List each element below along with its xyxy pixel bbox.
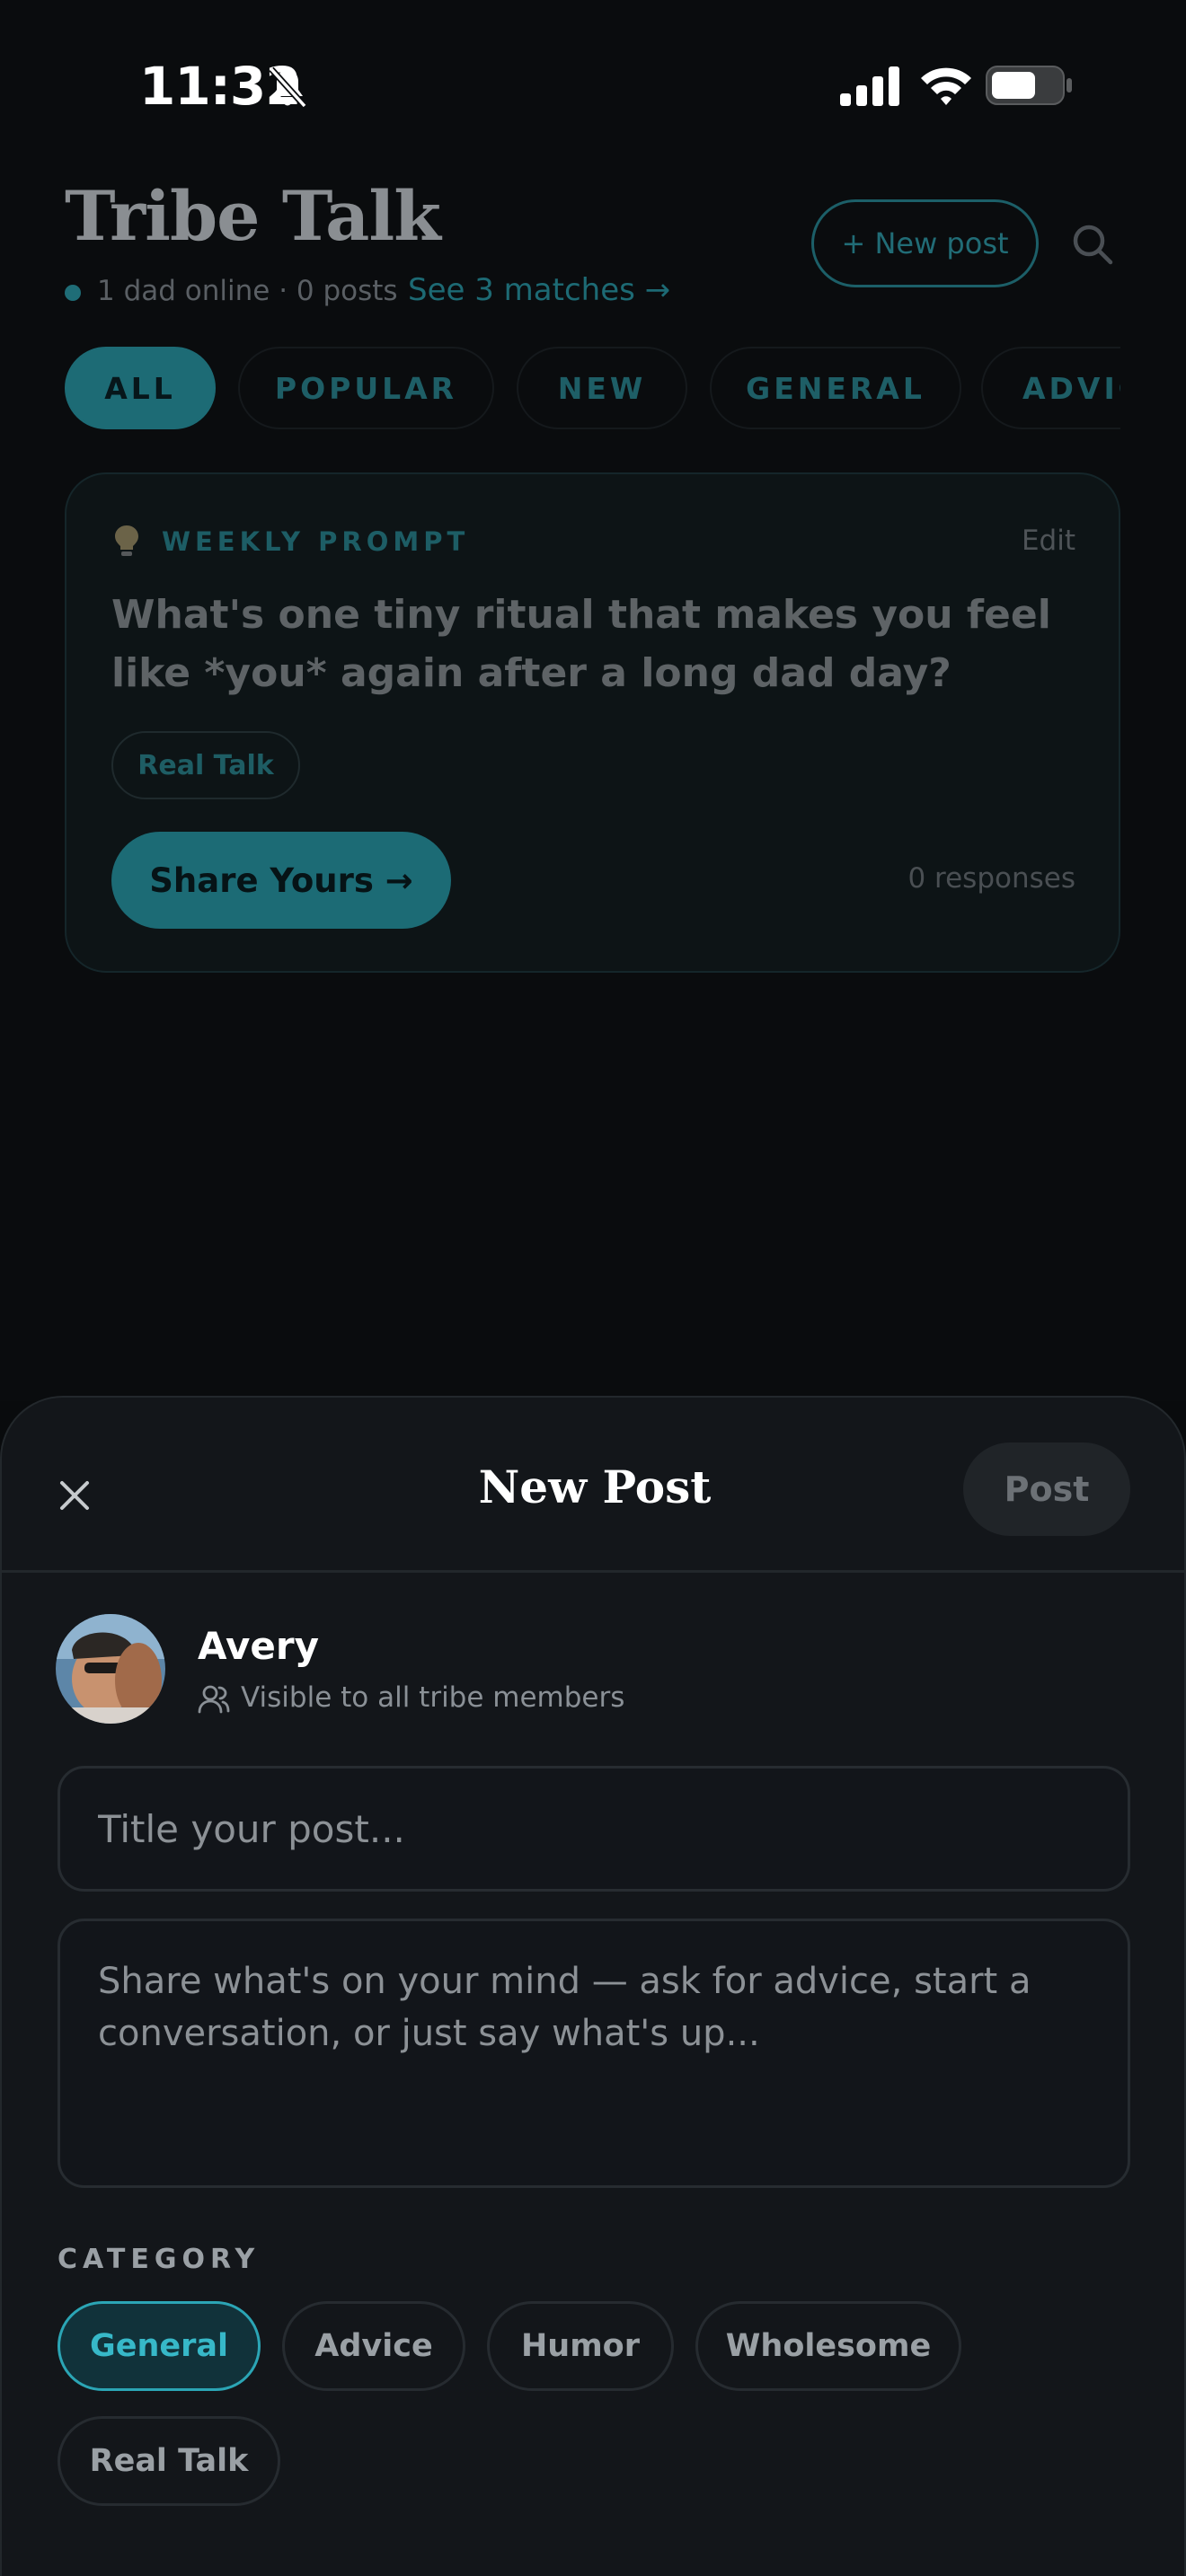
battery-icon — [986, 66, 1072, 105]
prompt-category-tag: Real Talk — [111, 731, 300, 799]
filter-tab-new[interactable]: NEW — [517, 347, 687, 429]
tribe-talk-feed: 11:32 Tribe Talk 1 dad online · 0 posts … — [0, 0, 1186, 1401]
category-chip-advice[interactable]: Advice — [282, 2301, 465, 2391]
see-matches-link[interactable]: See 3 matches → — [408, 272, 670, 308]
edit-prompt-button[interactable]: Edit — [1022, 525, 1075, 557]
weekly-prompt-card: WEEKLY PROMPT Edit What's one tiny ritua… — [65, 472, 1120, 973]
post-body-input[interactable] — [58, 1919, 1130, 2188]
new-post-button[interactable]: + New post — [811, 199, 1039, 287]
online-status: 1 dad online · 0 posts — [97, 275, 398, 307]
prompt-question: What's one tiny ritual that makes you fe… — [111, 592, 1051, 696]
page-title: Tribe Talk — [65, 176, 441, 256]
filter-tab-advice[interactable]: ADVICE — [981, 347, 1120, 429]
category-chip-humor[interactable]: Humor — [487, 2301, 674, 2391]
status-bar: 11:32 — [0, 0, 1186, 171]
cellular-signal-icon — [840, 66, 899, 106]
online-indicator — [65, 285, 81, 301]
people-icon — [198, 1685, 230, 1714]
wifi-icon — [921, 67, 971, 105]
response-count: 0 responses — [907, 862, 1075, 895]
category-label: CATEGORY — [58, 2244, 261, 2275]
filter-tabs: ALL POPULAR NEW GENERAL ADVICE — [65, 347, 1120, 431]
search-icon[interactable] — [1071, 223, 1114, 266]
lightbulb-icon — [115, 525, 138, 556]
weekly-prompt-label: WEEKLY PROMPT — [162, 526, 470, 557]
filter-tab-all[interactable]: ALL — [65, 347, 216, 429]
new-post-sheet: New Post Post Avery Visible to all tribe… — [0, 1396, 1186, 2576]
filter-tab-general[interactable]: GENERAL — [710, 347, 961, 429]
divider — [2, 1570, 1184, 1573]
post-button[interactable]: Post — [963, 1442, 1130, 1536]
share-yours-button[interactable]: Share Yours → — [111, 832, 451, 929]
category-chip-real-talk[interactable]: Real Talk — [58, 2416, 280, 2506]
avatar — [56, 1614, 165, 1724]
post-title-input[interactable] — [58, 1766, 1130, 1892]
visibility-text: Visible to all tribe members — [241, 1681, 625, 1714]
filter-tab-popular[interactable]: POPULAR — [238, 347, 494, 429]
bell-slash-icon — [269, 66, 307, 109]
category-chip-general[interactable]: General — [58, 2301, 261, 2391]
category-chip-wholesome[interactable]: Wholesome — [695, 2301, 961, 2391]
author-name: Avery — [198, 1624, 319, 1668]
